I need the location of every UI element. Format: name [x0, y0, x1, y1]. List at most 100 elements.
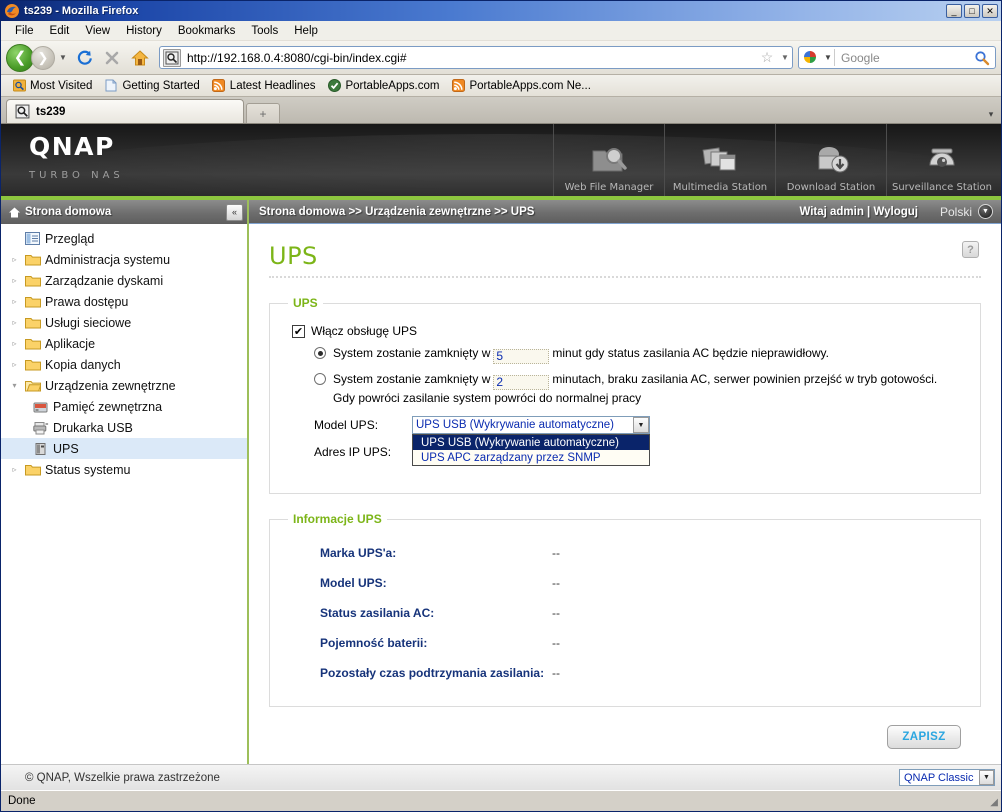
menu-file[interactable]: File — [7, 23, 42, 39]
bookmark-most-visited[interactable]: Most Visited — [7, 78, 97, 94]
tab-ts239[interactable]: ts239 — [6, 99, 244, 123]
info-row: Pozostały czas podtrzymania zasilania: -… — [320, 660, 966, 686]
address-bar[interactable]: http://192.168.0.4:8080/cgi-bin/index.cg… — [159, 46, 793, 69]
status-text: Done — [8, 795, 36, 807]
url-text[interactable]: http://192.168.0.4:8080/cgi-bin/index.cg… — [184, 51, 756, 65]
sidebar-item-uslugi-sieciowe[interactable]: ▹ Usługi sieciowe — [1, 312, 247, 333]
navigation-toolbar: ❮ ❯ ▼ http://192.168.0.4:8080/cgi-bin/in… — [1, 41, 1001, 75]
sidebar-item-urzadzenia-zewnetrzne[interactable]: ▾ Urządzenia zewnętrzne — [1, 375, 247, 396]
info-row: Status zasilania AC: -- — [320, 600, 966, 626]
help-icon[interactable]: ? — [962, 241, 979, 258]
app-multimedia-station[interactable]: Multimedia Station — [664, 124, 775, 196]
language-chevron-down-icon[interactable]: ▼ — [978, 204, 993, 219]
back-arrow-icon[interactable]: ❮ — [6, 43, 34, 72]
close-button[interactable]: ✕ — [982, 4, 998, 18]
info-value: -- — [552, 606, 560, 620]
maximize-button[interactable]: □ — [964, 4, 980, 18]
language-label[interactable]: Polski — [940, 205, 972, 219]
shutdown-option-2-row[interactable]: System zostanie zamknięty w 2 minutach, br… — [314, 371, 966, 407]
skin-select[interactable]: QNAP Classic ▼ — [899, 769, 995, 786]
bookmark-latest-headlines[interactable]: Latest Headlines — [207, 78, 321, 94]
ups-model-label: Model UPS: — [314, 418, 379, 432]
tree-arrow-icon[interactable]: ▹ — [9, 465, 20, 474]
shutdown-option-1-radio[interactable] — [314, 347, 326, 359]
page-body: Przegląd ▹ Administracja systemu ▹ Zarzą… — [1, 224, 1001, 764]
folder-icon — [24, 336, 41, 351]
enable-ups-checkbox[interactable]: ✔ — [292, 324, 305, 338]
info-row: Model UPS: -- — [320, 570, 966, 596]
most-visited-icon — [12, 79, 26, 93]
sidebar-item-kopia-danych[interactable]: ▹ Kopia danych — [1, 354, 247, 375]
search-bar[interactable]: ▼ Google — [798, 46, 996, 69]
enable-ups-row[interactable]: ✔ Włącz obsługę UPS — [292, 324, 966, 338]
menu-tools[interactable]: Tools — [243, 23, 286, 39]
breadcrumb: Strona domowa >> Urządzenia zewnętrzne >… — [259, 205, 535, 218]
sidebar-item-przeglad[interactable]: Przegląd — [1, 228, 247, 249]
menu-view[interactable]: View — [77, 23, 118, 39]
app-download-station[interactable]: Download Station — [775, 124, 886, 196]
shutdown-minutes-input-2[interactable]: 2 — [493, 375, 550, 390]
shutdown-minutes-input-1[interactable]: 5 — [493, 349, 550, 364]
chevron-down-icon[interactable]: ▼ — [57, 46, 69, 70]
sidebar-item-label: Aplikacje — [45, 336, 96, 351]
tree-arrow-icon[interactable]: ▹ — [9, 318, 20, 327]
bookmark-label: Most Visited — [30, 79, 93, 92]
sidebar-item-label: Usługi sieciowe — [45, 315, 132, 330]
tree-arrow-icon[interactable]: ▹ — [9, 276, 20, 285]
home-icon[interactable] — [127, 45, 153, 71]
chevron-down-icon[interactable]: ▼ — [633, 417, 649, 433]
sidebar-item-pamiec-zewnetrzna[interactable]: Pamięć zewnętrzna — [1, 396, 247, 417]
search-icon[interactable] — [969, 50, 995, 66]
tree-arrow-icon[interactable]: ▹ — [9, 360, 20, 369]
sidebar-collapse-button[interactable]: « — [226, 203, 243, 221]
tree-arrow-expanded-icon[interactable]: ▾ — [9, 381, 20, 390]
rss-icon — [451, 79, 465, 93]
menu-edit[interactable]: Edit — [42, 23, 78, 39]
portableapps-icon — [327, 79, 341, 93]
info-value: -- — [552, 576, 560, 590]
resize-grip-icon[interactable]: ◢ — [984, 794, 998, 808]
sidebar-item-administracja-systemu[interactable]: ▹ Administracja systemu — [1, 249, 247, 270]
info-value: -- — [552, 546, 560, 560]
shutdown-option-1-row[interactable]: System zostanie zamknięty w 5 minut gdy st… — [314, 345, 966, 364]
ups-model-option-list[interactable]: UPS USB (Wykrywanie automatyczne) UPS AP… — [412, 434, 650, 466]
menu-history[interactable]: History — [118, 23, 170, 39]
new-tab-button[interactable]: + — [246, 103, 280, 123]
sidebar-item-ups[interactable]: UPS — [1, 438, 247, 459]
forward-arrow-icon[interactable]: ❯ — [31, 45, 55, 70]
menu-bookmarks[interactable]: Bookmarks — [170, 23, 244, 39]
menu-help[interactable]: Help — [286, 23, 326, 39]
info-label: Marka UPS'a: — [320, 546, 397, 560]
ups-model-option-0[interactable]: UPS USB (Wykrywanie automatyczne) — [413, 435, 649, 450]
reload-icon[interactable] — [71, 45, 97, 71]
ups-settings-box: UPS ✔ Włącz obsługę UPS System zostanie … — [269, 296, 981, 494]
ups-model-option-1[interactable]: UPS APC zarządzany przez SNMP — [413, 450, 649, 465]
bookmark-getting-started[interactable]: Getting Started — [99, 78, 204, 94]
bookmark-star-icon[interactable]: ☆ — [756, 49, 778, 66]
stop-icon[interactable] — [99, 45, 125, 71]
search-engine-chevron-icon[interactable]: ▼ — [822, 53, 834, 62]
sidebar-item-zarzadzanie-dyskami[interactable]: ▹ Zarządzanie dyskami — [1, 270, 247, 291]
bookmark-portableapps[interactable]: PortableApps.com — [322, 78, 444, 94]
minimize-button[interactable]: _ — [946, 4, 962, 18]
tree-arrow-icon[interactable]: ▹ — [9, 339, 20, 348]
tree-arrow-icon[interactable]: ▹ — [9, 297, 20, 306]
shutdown-option-2-radio[interactable] — [314, 373, 326, 385]
sidebar-item-status-systemu[interactable]: ▹ Status systemu — [1, 459, 247, 480]
page-icon — [104, 79, 118, 93]
overview-icon — [24, 231, 41, 246]
save-button[interactable]: ZAPISZ — [887, 725, 961, 749]
search-input[interactable]: Google — [835, 51, 969, 65]
ups-model-select[interactable]: UPS USB (Wykrywanie automatyczne) ▼ — [412, 416, 650, 434]
sidebar-item-drukarka-usb[interactable]: Drukarka USB — [1, 417, 247, 438]
app-web-file-manager[interactable]: Web File Manager — [553, 124, 664, 196]
bookmark-portableapps-news[interactable]: PortableApps.com Ne... — [446, 78, 595, 94]
app-surveillance-station[interactable]: Surveillance Station — [886, 124, 997, 196]
welcome-logout[interactable]: Witaj admin | Wyloguj — [799, 206, 918, 218]
tab-list-chevron-icon[interactable]: ▾ — [984, 109, 998, 120]
sidebar-item-prawa-dostepu[interactable]: ▹ Prawa dostępu — [1, 291, 247, 312]
chevron-down-icon[interactable]: ▼ — [979, 770, 994, 785]
sidebar-item-aplikacje[interactable]: ▹ Aplikacje — [1, 333, 247, 354]
address-dropdown-icon[interactable]: ▼ — [778, 53, 792, 62]
tree-arrow-icon[interactable]: ▹ — [9, 255, 20, 264]
